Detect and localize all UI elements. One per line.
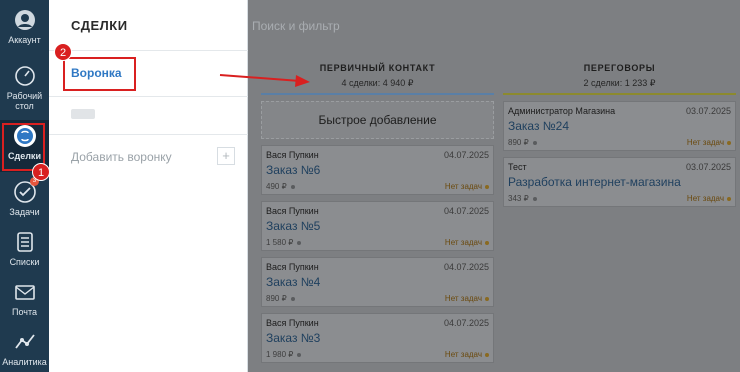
card-tasks-label: Нет задач: [444, 294, 482, 303]
card-price: 890 ₽: [508, 138, 537, 147]
annotation-arrow-icon: [219, 74, 310, 87]
card-price-value: 343 ₽: [508, 194, 529, 203]
nav-desktop-label-1: Рабочий: [6, 91, 43, 101]
card-price: 1 980 ₽: [266, 350, 302, 359]
card-deal-name[interactable]: Заказ №5: [266, 219, 320, 233]
deal-card[interactable]: Вася Пупкин 04.07.2025 Заказ №5 1 580 ₽ …: [261, 201, 494, 251]
callout-step-2: 2: [54, 43, 72, 61]
status-dot-icon: [485, 184, 489, 189]
nav-desktop[interactable]: Рабочий стол: [0, 64, 49, 111]
card-price-value: 1 580 ₽: [266, 238, 294, 247]
card-deal-name[interactable]: Заказ №24: [508, 119, 569, 133]
card-tasks-status: Нет задач: [445, 350, 489, 359]
status-dot-icon: [727, 196, 731, 201]
card-price: 1 580 ₽: [266, 238, 302, 247]
card-contact: Тест: [508, 162, 527, 172]
card-date: 04.07.2025: [443, 150, 489, 160]
nav-account-label: Аккаунт: [8, 35, 41, 45]
add-funnel-plus-button[interactable]: +: [217, 147, 235, 165]
nav-mail[interactable]: Почта: [0, 280, 49, 317]
nav-tasks[interactable]: Задачи: [0, 180, 49, 217]
blurred-funnel-item[interactable]: [71, 109, 95, 119]
status-dot-icon: [485, 352, 489, 357]
deal-card[interactable]: Вася Пупкин 04.07.2025 Заказ №4 890 ₽ Не…: [261, 257, 494, 307]
highlight-box-funnel: [63, 57, 136, 91]
card-tasks-status: Нет задач: [445, 294, 489, 303]
dot-icon: [290, 296, 295, 301]
card-date: 04.07.2025: [443, 206, 489, 216]
card-tasks-label: Нет задач: [444, 238, 482, 247]
deal-card[interactable]: Вася Пупкин 04.07.2025 Заказ №6 490 ₽ Не…: [261, 145, 494, 195]
deal-card[interactable]: Администратор Магазина 03.07.2025 Заказ …: [503, 101, 736, 151]
column-title: ПЕРЕГОВОРЫ: [583, 63, 656, 73]
card-contact: Администратор Магазина: [508, 106, 616, 116]
card-tasks-status: Нет задач: [687, 138, 731, 147]
card-price: 890 ₽: [266, 294, 295, 303]
card-date: 04.07.2025: [443, 318, 489, 328]
divider: [49, 96, 248, 97]
quick-add-button[interactable]: Быстрое добавление: [261, 101, 494, 139]
dot-icon: [290, 184, 295, 189]
card-tasks-status: Нет задач: [445, 238, 489, 247]
analytics-icon: [14, 334, 35, 349]
nav-desktop-label-2: стол: [15, 101, 34, 111]
add-funnel-link[interactable]: Добавить воронку: [71, 150, 172, 164]
status-dot-icon: [485, 296, 489, 301]
dot-icon: [297, 240, 302, 245]
dot-icon: [297, 352, 302, 357]
card-price-value: 1 980 ₽: [266, 350, 294, 359]
column-underline: [261, 93, 494, 95]
card-tasks-label: Нет задач: [444, 350, 482, 359]
nav-analytics[interactable]: Аналитика: [0, 330, 49, 367]
mail-icon: [14, 285, 35, 300]
card-tasks-status: Нет задач: [445, 182, 489, 191]
card-deal-name[interactable]: Заказ №6: [266, 163, 320, 177]
card-contact: Вася Пупкин: [266, 318, 319, 328]
card-tasks-label: Нет задач: [444, 182, 482, 191]
column-underline: [503, 93, 736, 95]
status-dot-icon: [485, 240, 489, 245]
left-nav-sidebar: Аккаунт Рабочий стол Сделки Задачи 3 Спи…: [0, 0, 49, 372]
card-contact: Вася Пупкин: [266, 206, 319, 216]
list-icon: [16, 232, 33, 252]
search-filter-input[interactable]: Поиск и фильтр: [252, 19, 340, 33]
nav-tasks-label: Задачи: [9, 207, 40, 217]
status-dot-icon: [727, 140, 731, 145]
card-price: 343 ₽: [508, 194, 537, 203]
card-contact: Вася Пупкин: [266, 150, 319, 160]
column-header-negotiations: ПЕРЕГОВОРЫ 2 сделки: 1 233 ₽: [503, 63, 736, 89]
nav-lists[interactable]: Списки: [0, 230, 49, 267]
card-price-value: 890 ₽: [508, 138, 529, 147]
deal-card[interactable]: Вася Пупкин 04.07.2025 Заказ №3 1 980 ₽ …: [261, 313, 494, 363]
nav-mail-label: Почта: [12, 307, 37, 317]
card-date: 04.07.2025: [443, 262, 489, 272]
card-tasks-label: Нет задач: [686, 194, 724, 203]
card-tasks-label: Нет задач: [686, 138, 724, 147]
card-price-value: 890 ₽: [266, 294, 287, 303]
account-icon: [14, 10, 35, 30]
deals-panel: СДЕЛКИ Воронка Добавить воронку +: [49, 0, 248, 372]
card-date: 03.07.2025: [685, 162, 731, 172]
card-price-value: 490 ₽: [266, 182, 287, 191]
dot-icon: [532, 196, 537, 201]
card-date: 03.07.2025: [685, 106, 731, 116]
nav-account[interactable]: Аккаунт: [0, 8, 49, 45]
card-price: 490 ₽: [266, 182, 295, 191]
speedometer-icon: [14, 66, 35, 86]
deal-card[interactable]: Тест 03.07.2025 Разработка интернет-мага…: [503, 157, 736, 207]
panel-title: СДЕЛКИ: [71, 18, 128, 33]
nav-lists-label: Списки: [9, 257, 40, 267]
dot-icon: [532, 140, 537, 145]
card-contact: Вася Пупкин: [266, 262, 319, 272]
card-deal-name[interactable]: Разработка интернет-магазина: [508, 175, 681, 189]
divider: [49, 50, 248, 51]
nav-analytics-label: Аналитика: [2, 357, 47, 367]
divider: [49, 134, 248, 135]
card-deal-name[interactable]: Заказ №4: [266, 275, 320, 289]
card-deal-name[interactable]: Заказ №3: [266, 331, 320, 345]
card-tasks-status: Нет задач: [687, 194, 731, 203]
callout-step-1: 1: [32, 163, 50, 181]
column-summary: 2 сделки: 1 233 ₽: [583, 78, 656, 88]
deals-board: Поиск и фильтр ПЕРВИЧНЫЙ КОНТАКТ 4 сделк…: [248, 0, 740, 372]
